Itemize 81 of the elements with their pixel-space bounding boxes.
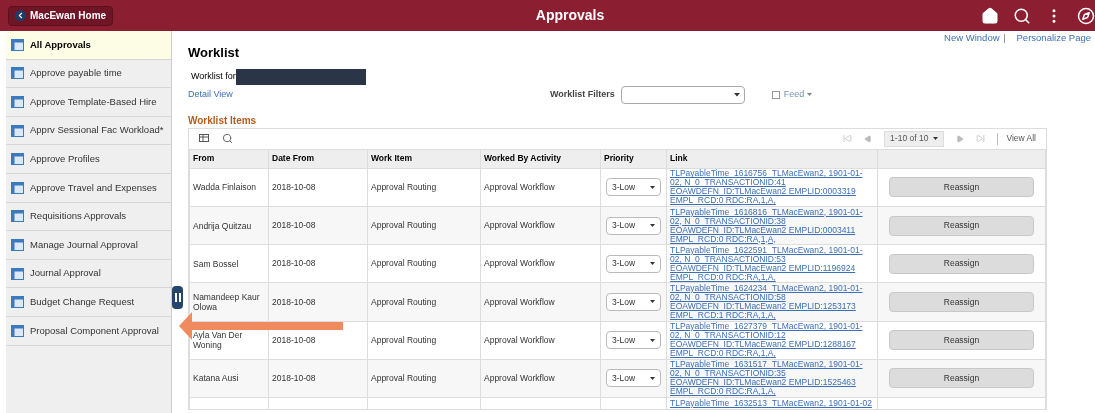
- table-cell: 2018-10-08: [268, 206, 368, 245]
- personalize-link[interactable]: Personalize Page: [1016, 31, 1091, 46]
- reassign-button[interactable]: Reassign: [889, 291, 1034, 312]
- caret-icon: [650, 338, 655, 342]
- page-icon: [11, 296, 24, 309]
- table-cell: Approval Workflow: [480, 321, 601, 360]
- page-icon: [11, 67, 24, 80]
- worklist-for-label: Worklist for: [191, 70, 236, 83]
- page-icon: [11, 96, 24, 108]
- back-icon: [15, 10, 26, 21]
- page-icon: [11, 210, 24, 223]
- caret-icon: [650, 262, 655, 266]
- column-header: Link: [666, 149, 878, 169]
- priority-dropdown[interactable]: 3-Low: [606, 254, 661, 273]
- table-cell: Approval Routing: [367, 206, 481, 245]
- column-header: Date From: [268, 149, 368, 169]
- page-header-title: Approvals: [534, 6, 606, 25]
- feed-link[interactable]: Feed: [783, 88, 805, 102]
- table-cell: 2018-10-08: [268, 168, 368, 207]
- home-button[interactable]: MacEwan Home: [8, 5, 114, 26]
- table-cell: Andrija Quitzau: [189, 206, 269, 245]
- reassign-button[interactable]: Reassign: [889, 368, 1034, 389]
- view-all-link[interactable]: View All: [1006, 132, 1036, 146]
- table-cell: Approval Routing: [367, 168, 481, 207]
- table-cell: 2018-10-08: [268, 359, 368, 398]
- reassign-button[interactable]: Reassign: [889, 215, 1034, 236]
- table-cell: 2018-10-08: [268, 282, 368, 321]
- sidebar-item[interactable]: All Approvals: [6, 31, 171, 60]
- column-header: Worked By Activity: [480, 149, 601, 169]
- section-title: Worklist Items: [188, 113, 258, 128]
- table-cell: Approval Workflow: [480, 206, 601, 245]
- caret-icon: [807, 93, 813, 97]
- caret-icon: [650, 376, 655, 380]
- table-cell: Approval Workflow: [480, 359, 601, 398]
- filters-label: Worklist Filters: [550, 88, 615, 101]
- column-header: From: [189, 149, 269, 169]
- page-icon: [11, 38, 24, 51]
- priority-dropdown[interactable]: 3-Low: [606, 292, 661, 311]
- table-cell: 2018-10-08: [268, 244, 368, 283]
- page-icon: [11, 124, 24, 137]
- column-header: Priority: [600, 149, 667, 169]
- worklist-link[interactable]: TLPayableTime_1632513_TLMacEwan2, 1901-01-02: [670, 397, 872, 408]
- page-icon: [11, 267, 24, 280]
- column-header: Work Item: [367, 149, 481, 169]
- priority-dropdown[interactable]: 3-Low: [606, 178, 661, 197]
- page-icon: [11, 181, 24, 194]
- table-cell: Approval Workflow: [480, 244, 601, 283]
- reassign-button[interactable]: Reassign: [889, 177, 1034, 198]
- table-cell: Sam Bossel: [189, 244, 269, 283]
- feed-checkbox[interactable]: [771, 90, 780, 99]
- new-window-link[interactable]: New Window: [944, 31, 1000, 46]
- page-range-dropdown[interactable]: 1-10 of 10: [884, 130, 945, 147]
- home-icon[interactable]: [981, 6, 999, 25]
- collapse-handle[interactable]: [172, 286, 183, 309]
- table-cell: Katana Ausi: [189, 359, 269, 398]
- worklist-title: Worklist: [188, 44, 241, 63]
- priority-dropdown[interactable]: 3-Low: [606, 216, 661, 235]
- search-icon[interactable]: [222, 133, 233, 145]
- caret-icon: [650, 224, 655, 228]
- page-icon: [11, 238, 24, 251]
- caret-icon: [933, 137, 939, 141]
- reassign-button[interactable]: Reassign: [889, 330, 1034, 351]
- grid-settings-icon[interactable]: [199, 134, 210, 144]
- search-icon[interactable]: [1013, 6, 1031, 25]
- table-cell: Approval Routing: [367, 321, 481, 360]
- caret-icon: [650, 185, 655, 189]
- caret-icon: [733, 92, 740, 97]
- page-icon: [11, 324, 24, 337]
- priority-dropdown[interactable]: 3-Low: [606, 331, 661, 350]
- table-cell: Approval Routing: [367, 359, 481, 398]
- table-cell: Approval Routing: [367, 282, 481, 321]
- table-cell: Wadda Finlaison: [189, 168, 269, 207]
- table-cell: Approval Routing: [367, 244, 481, 283]
- priority-dropdown[interactable]: 3-Low: [606, 369, 661, 388]
- detail-view-link[interactable]: Detail View: [188, 88, 550, 102]
- reassign-button[interactable]: Reassign: [889, 253, 1034, 274]
- caret-icon: [650, 300, 655, 304]
- page-icon: [11, 153, 24, 166]
- table-cell: Approval Workflow: [480, 168, 601, 207]
- navigator-icon[interactable]: [1077, 6, 1095, 25]
- table-cell: Approval Workflow: [480, 282, 601, 321]
